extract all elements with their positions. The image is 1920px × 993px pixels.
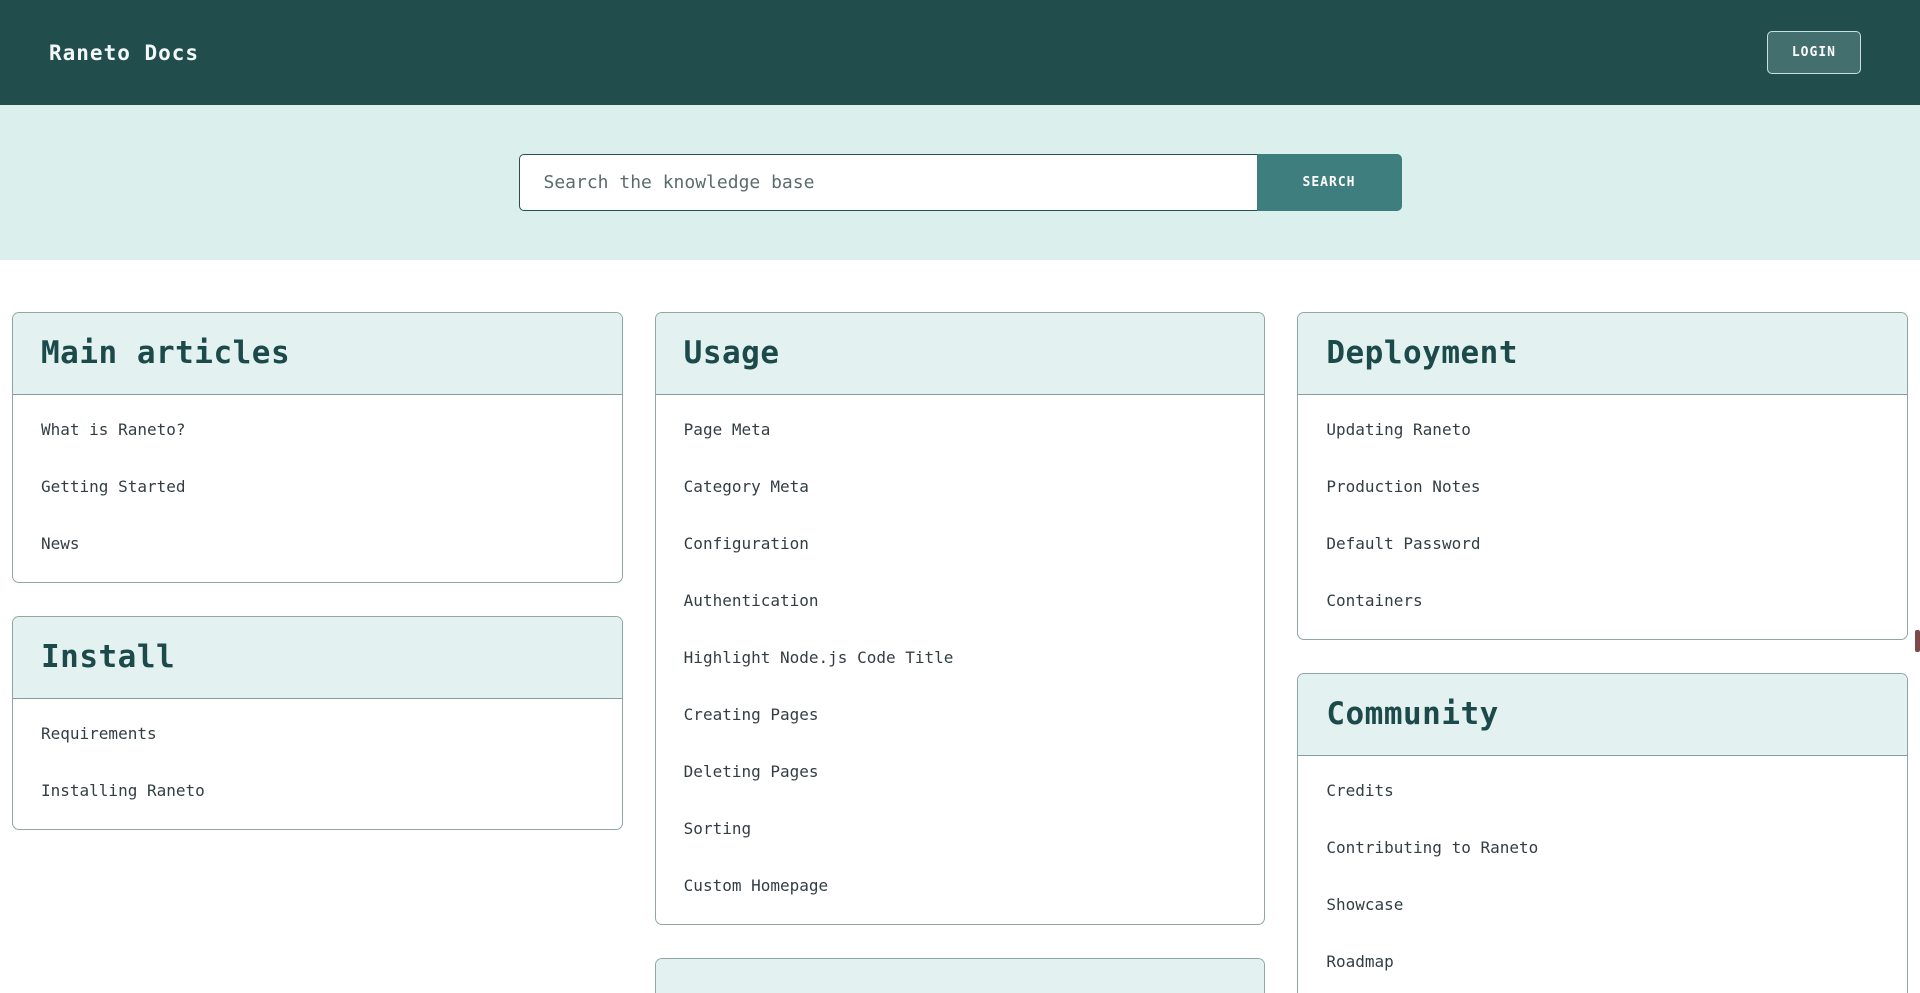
scrollbar-thumb[interactable] bbox=[1915, 630, 1920, 652]
article-link[interactable]: Installing Raneto bbox=[13, 762, 622, 819]
article-link[interactable]: Updating Raneto bbox=[1298, 401, 1907, 458]
category-article-list: What is Raneto?Getting StartedNews bbox=[13, 395, 622, 582]
scrollbar[interactable] bbox=[1914, 0, 1920, 993]
article-link[interactable]: Contributing to Raneto bbox=[1298, 819, 1907, 876]
article-link[interactable]: Containers bbox=[1298, 572, 1907, 629]
top-navbar: Raneto Docs LOGIN bbox=[0, 0, 1920, 105]
article-link[interactable]: Default Password bbox=[1298, 515, 1907, 572]
article-link[interactable]: Highlight Node.js Code Title bbox=[656, 629, 1265, 686]
content-column: Main articlesWhat is Raneto?Getting Star… bbox=[12, 312, 623, 863]
article-link[interactable]: Showcase bbox=[1298, 876, 1907, 933]
article-link[interactable]: Custom Homepage bbox=[656, 857, 1265, 914]
category-card: DeploymentUpdating RanetoProduction Note… bbox=[1297, 312, 1908, 640]
category-article-list: RequirementsInstalling Raneto bbox=[13, 699, 622, 829]
article-link[interactable]: Configuration bbox=[656, 515, 1265, 572]
content-column: DeploymentUpdating RanetoProduction Note… bbox=[1297, 312, 1908, 993]
category-card: InstallRequirementsInstalling Raneto bbox=[12, 616, 623, 830]
content-column: UsagePage MetaCategory MetaConfiguration… bbox=[655, 312, 1266, 993]
category-article-list: Updating RanetoProduction NotesDefault P… bbox=[1298, 395, 1907, 639]
site-title[interactable]: Raneto Docs bbox=[49, 41, 199, 65]
article-link[interactable]: Sorting bbox=[656, 800, 1265, 857]
category-article-list: CreditsContributing to RanetoShowcaseRoa… bbox=[1298, 756, 1907, 993]
search-section: SEARCH bbox=[0, 105, 1920, 260]
category-card: Main articlesWhat is Raneto?Getting Star… bbox=[12, 312, 623, 583]
category-title[interactable]: Deployment bbox=[1298, 313, 1907, 395]
article-link[interactable]: Roadmap bbox=[1298, 933, 1907, 990]
search-input[interactable] bbox=[519, 154, 1257, 211]
article-link[interactable]: Production Notes bbox=[1298, 458, 1907, 515]
article-link[interactable]: Credits bbox=[1298, 762, 1907, 819]
article-link[interactable]: What is Raneto? bbox=[13, 401, 622, 458]
category-title[interactable]: Community bbox=[1298, 674, 1907, 756]
article-link[interactable]: Page Meta bbox=[656, 401, 1265, 458]
article-link[interactable]: Getting Started bbox=[13, 458, 622, 515]
article-link[interactable]: Category Meta bbox=[656, 458, 1265, 515]
search-bar: SEARCH bbox=[519, 154, 1402, 211]
category-title[interactable]: Main articles bbox=[13, 313, 622, 395]
article-link[interactable]: Creating Pages bbox=[656, 686, 1265, 743]
category-title[interactable]: Usage bbox=[656, 313, 1265, 395]
content-area: Main articlesWhat is Raneto?Getting Star… bbox=[0, 260, 1920, 993]
login-button[interactable]: LOGIN bbox=[1767, 31, 1861, 74]
article-link[interactable]: Requirements bbox=[13, 705, 622, 762]
article-link[interactable]: Authentication bbox=[656, 572, 1265, 629]
category-card: CommunityCreditsContributing to RanetoSh… bbox=[1297, 673, 1908, 993]
category-title[interactable] bbox=[656, 959, 1265, 993]
search-button[interactable]: SEARCH bbox=[1257, 154, 1402, 211]
category-card bbox=[655, 958, 1266, 993]
article-link[interactable]: Deleting Pages bbox=[656, 743, 1265, 800]
category-article-list: Page MetaCategory MetaConfigurationAuthe… bbox=[656, 395, 1265, 924]
article-link[interactable]: News bbox=[13, 515, 622, 572]
category-title[interactable]: Install bbox=[13, 617, 622, 699]
category-card: UsagePage MetaCategory MetaConfiguration… bbox=[655, 312, 1266, 925]
